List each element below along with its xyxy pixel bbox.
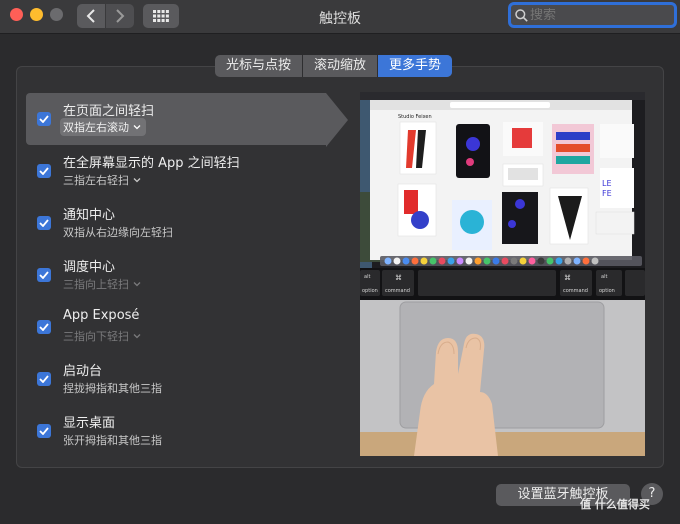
key-option-left: option [362, 288, 378, 294]
checkmark-icon [39, 115, 49, 123]
key-command-left: command [385, 288, 410, 294]
gesture-description-text: 张开拇指和其他三指 [63, 434, 162, 447]
checkmark-icon [39, 271, 49, 279]
checkbox-swipe-pages[interactable] [37, 112, 51, 126]
preview-illustration: Studio Feixen LE FE alt option ⌘ command… [360, 92, 645, 456]
gesture-row-launchpad[interactable]: 启动台 捏拢拇指和其他三指 [26, 353, 326, 405]
gesture-label: 在页面之间轻扫 [63, 104, 155, 119]
gesture-option-value: 双指左右滚动 [63, 121, 129, 134]
gesture-row-mission-control[interactable]: 调度中心 三指向上轻扫 [26, 249, 326, 301]
gesture-preview-video: Studio Feixen LE FE alt option ⌘ command… [360, 92, 645, 456]
search-icon [515, 8, 528, 22]
gesture-option-value: 三指向上轻扫 [63, 278, 129, 291]
gesture-row-swipe-pages[interactable]: 在页面之间轻扫 双指左右滚动 [26, 93, 326, 145]
gesture-description: 捏拢拇指和其他三指 [63, 380, 162, 396]
grid-icon [153, 10, 169, 22]
gesture-label: 显示桌面 [63, 416, 116, 431]
close-window-button[interactable] [10, 8, 23, 21]
checkmark-icon [39, 219, 49, 227]
checkmark-icon [39, 323, 49, 331]
svg-text:⌘: ⌘ [395, 274, 402, 282]
chevron-left-icon [86, 9, 95, 23]
checkmark-icon [39, 427, 49, 435]
zoom-window-button[interactable] [50, 8, 63, 21]
minimize-window-button[interactable] [30, 8, 43, 21]
chevron-down-icon [133, 125, 141, 130]
key-alt-left: alt [364, 274, 370, 280]
title-bar: 触控板 [0, 0, 680, 34]
checkbox-app-expose[interactable] [37, 320, 51, 334]
preview-page-heading: Studio Feixen [398, 114, 432, 120]
search-field[interactable] [508, 2, 677, 28]
gesture-option-popup[interactable]: 三指向下轻扫 [63, 328, 141, 344]
svg-text:LE: LE [602, 179, 612, 188]
chevron-right-icon [116, 9, 125, 23]
checkbox-show-desktop[interactable] [37, 424, 51, 438]
back-button[interactable] [77, 4, 105, 28]
gesture-description-text: 捏拢拇指和其他三指 [63, 382, 162, 395]
chevron-down-icon [133, 334, 141, 339]
gesture-row-show-desktop[interactable]: 显示桌面 张开拇指和其他三指 [26, 405, 326, 457]
checkbox-swipe-fullscreen-apps[interactable] [37, 164, 51, 178]
checkbox-mission-control[interactable] [37, 268, 51, 282]
key-alt-right: alt [601, 274, 607, 280]
gesture-row-notification-center[interactable]: 通知中心 双指从右边缘向左轻扫 [26, 197, 326, 249]
checkmark-icon [39, 167, 49, 175]
tab-scroll-zoom[interactable]: 滚动缩放 [303, 55, 379, 77]
tab-point-click[interactable]: 光标与点按 [215, 55, 304, 77]
svg-text:FE: FE [602, 189, 612, 198]
watermark: 值 什么值得买 [580, 498, 650, 511]
gesture-row-swipe-fullscreen-apps[interactable]: 在全屏幕显示的 App 之间轻扫 三指左右轻扫 [26, 145, 326, 197]
selection-pointer [326, 93, 348, 147]
key-command-right: command [563, 288, 588, 294]
checkbox-notification-center[interactable] [37, 216, 51, 230]
tab-more-gestures[interactable]: 更多手势 [378, 55, 453, 77]
gesture-option-popup[interactable]: 三指左右轻扫 [63, 172, 141, 188]
checkmark-icon [39, 375, 49, 383]
tab-bar: 光标与点按 滚动缩放 更多手势 [215, 55, 453, 77]
gesture-option-value: 三指左右轻扫 [63, 174, 129, 187]
chevron-down-icon [133, 282, 141, 287]
gesture-label: 通知中心 [63, 208, 116, 223]
gesture-label: 调度中心 [63, 260, 116, 275]
key-option-right: option [599, 288, 615, 294]
show-all-button[interactable] [143, 4, 179, 28]
svg-text:⌘: ⌘ [564, 274, 571, 282]
search-input[interactable] [530, 7, 660, 23]
gesture-description-text: 双指从右边缘向左轻扫 [63, 226, 173, 239]
gesture-option-popup[interactable]: 双指左右滚动 [60, 118, 146, 136]
gesture-description: 张开拇指和其他三指 [63, 432, 162, 448]
checkbox-launchpad[interactable] [37, 372, 51, 386]
gesture-description: 双指从右边缘向左轻扫 [63, 224, 173, 240]
gesture-label: App Exposé [63, 308, 140, 323]
gesture-option-value: 三指向下轻扫 [63, 330, 129, 343]
gesture-label: 启动台 [63, 364, 103, 379]
chevron-down-icon [133, 178, 141, 183]
gesture-label: 在全屏幕显示的 App 之间轻扫 [63, 156, 240, 171]
forward-button[interactable] [106, 4, 134, 28]
gesture-option-popup[interactable]: 三指向上轻扫 [63, 276, 141, 292]
gesture-row-app-expose[interactable]: App Exposé 三指向下轻扫 [26, 301, 326, 353]
